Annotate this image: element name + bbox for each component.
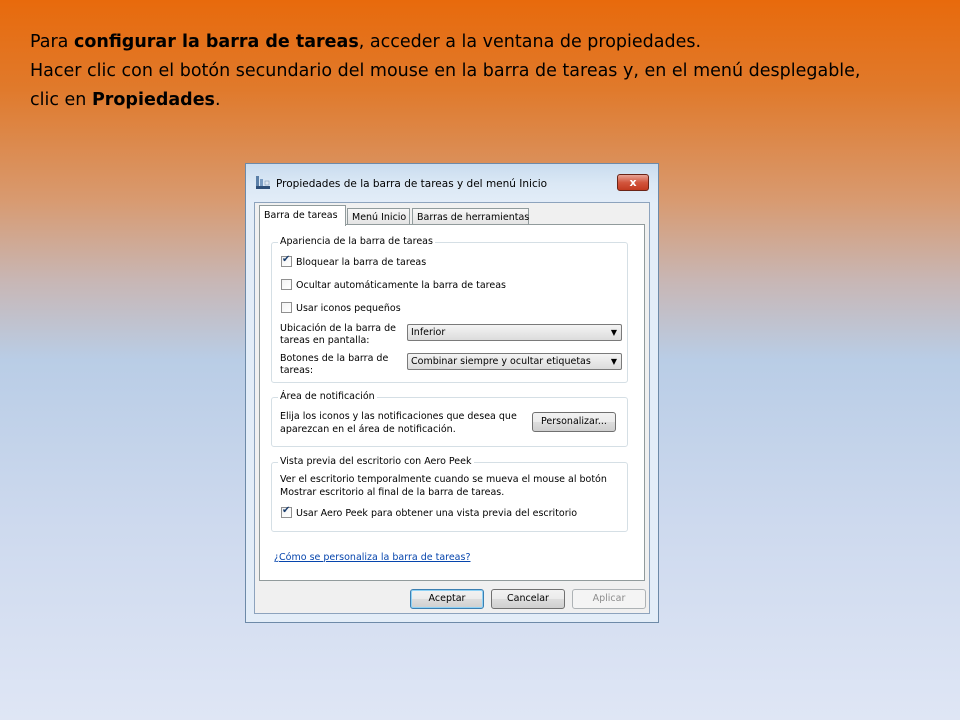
help-link[interactable]: ¿Cómo se personaliza la barra de tareas?	[274, 552, 471, 563]
instruction-text: Para configurar la barra de tareas, acce…	[30, 28, 950, 115]
autohide-option[interactable]: Ocultar automáticamente la barra de tare…	[281, 279, 506, 291]
customize-button[interactable]: Personalizar...	[532, 412, 616, 432]
apply-button[interactable]: Aplicar	[572, 589, 646, 609]
aero-peek-option[interactable]: Usar Aero Peek para obtener una vista pr…	[281, 505, 577, 519]
dialog-title: Propiedades de la barra de tareas y del …	[276, 178, 548, 190]
aero-peek-description: Ver el escritorio temporalmente cuando s…	[280, 474, 607, 498]
lock-taskbar-option[interactable]: Bloquear la barra de tareas	[281, 254, 426, 268]
buttons-label: Botones de la barra de tareas:	[280, 353, 389, 376]
notification-description: Elija los iconos y las notificaciones qu…	[280, 411, 517, 435]
cancel-button[interactable]: Cancelar	[491, 589, 565, 609]
dialog-client-area: Barra de tareas Menú Inicio Barras de he…	[254, 202, 650, 614]
location-select[interactable]: Inferior ▼	[407, 324, 622, 341]
small-icons-checkbox[interactable]	[281, 302, 292, 313]
autohide-checkbox[interactable]	[281, 279, 292, 290]
notification-group-title: Área de notificación	[278, 391, 377, 402]
tab-barra-de-tareas[interactable]: Barra de tareas	[259, 205, 346, 226]
notification-area-group: Área de notificación Elija los iconos y …	[271, 391, 628, 447]
lock-taskbar-checkbox[interactable]	[281, 254, 292, 267]
tab-menu-inicio[interactable]: Menú Inicio	[347, 208, 410, 225]
chevron-down-icon: ▼	[610, 357, 617, 366]
tab-panel: Apariencia de la barra de tareas Bloquea…	[259, 224, 645, 581]
instruction-line-3: clic en Propiedades.	[30, 90, 221, 110]
close-button[interactable]: x	[617, 174, 649, 191]
taskbar-properties-dialog: Propiedades de la barra de tareas y del …	[245, 163, 659, 623]
aero-peek-group-title: Vista previa del escritorio con Aero Pee…	[278, 456, 474, 467]
chevron-down-icon: ▼	[610, 328, 617, 337]
location-label: Ubicación de la barra de tareas en panta…	[280, 323, 396, 346]
taskbar-buttons-select[interactable]: Combinar siempre y ocultar etiquetas ▼	[407, 353, 622, 370]
appearance-group-title: Apariencia de la barra de tareas	[278, 236, 435, 247]
instruction-line-2: Hacer clic con el botón secundario del m…	[30, 61, 861, 81]
aero-peek-group: Vista previa del escritorio con Aero Pee…	[271, 456, 628, 532]
appearance-group: Apariencia de la barra de tareas Bloquea…	[271, 236, 628, 383]
ok-button[interactable]: Aceptar	[410, 589, 484, 609]
small-icons-option[interactable]: Usar iconos pequeños	[281, 302, 401, 314]
dialog-titlebar[interactable]: Propiedades de la barra de tareas y del …	[246, 164, 658, 200]
aero-peek-checkbox[interactable]	[281, 505, 292, 518]
instruction-line-1: Para configurar la barra de tareas, acce…	[30, 32, 702, 52]
tab-barras-de-herramientas[interactable]: Barras de herramientas	[412, 208, 529, 225]
taskbar-app-icon	[256, 176, 270, 189]
